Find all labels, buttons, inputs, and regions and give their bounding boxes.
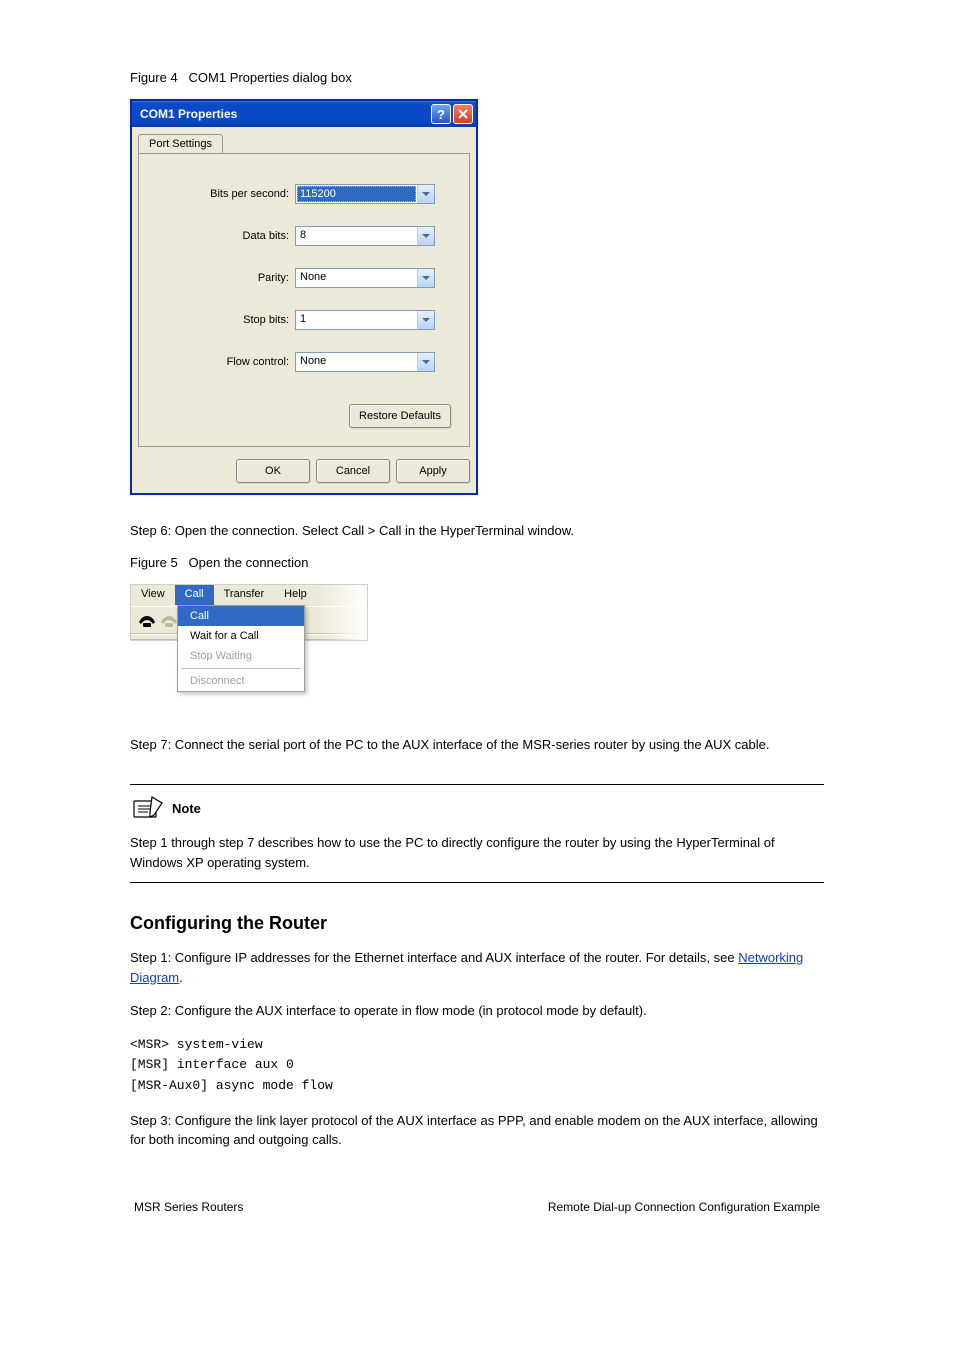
select-bits-per-second[interactable]: 115200	[295, 184, 435, 204]
select-value: 115200	[297, 186, 416, 202]
cmd-line: [MSR] interface aux 0	[130, 1055, 824, 1076]
chevron-down-icon[interactable]	[417, 227, 434, 245]
dialog-titlebar[interactable]: COM1 Properties ?	[132, 101, 476, 127]
com1-properties-dialog: COM1 Properties ? Port Settings Bits per…	[130, 99, 478, 495]
phone-hangup-icon[interactable]	[159, 612, 179, 628]
close-button[interactable]	[453, 104, 473, 124]
note-body: Step 1 through step 7 describes how to u…	[130, 833, 824, 872]
ok-button[interactable]: OK	[236, 459, 310, 483]
hyperterminal-menubar: View Call Transfer Help Call Wait for a …	[130, 584, 368, 641]
note-icon	[130, 795, 166, 821]
dialog-title: COM1 Properties	[140, 107, 237, 121]
footer-right: Remote Dial-up Connection Configuration …	[548, 1200, 820, 1214]
step-2-text: Step 2: Configure the AUX interface to o…	[130, 1001, 824, 1021]
footer-left: MSR Series Routers	[134, 1200, 243, 1214]
menu-item-stop-waiting: Stop Waiting	[178, 646, 304, 666]
menu-transfer[interactable]: Transfer	[214, 585, 275, 605]
cmd-line: <MSR> system-view	[130, 1035, 824, 1056]
select-value: 1	[296, 311, 417, 329]
select-value: None	[296, 353, 417, 371]
menu-view[interactable]: View	[131, 585, 175, 605]
horizontal-rule	[130, 784, 824, 785]
apply-button[interactable]: Apply	[396, 459, 470, 483]
chevron-down-icon[interactable]	[417, 353, 434, 371]
menu-item-call[interactable]: Call	[178, 606, 304, 626]
select-flow-control[interactable]: None	[295, 352, 435, 372]
step-6-text: Step 6: Open the connection. Select Call…	[130, 521, 824, 541]
cancel-button[interactable]: Cancel	[316, 459, 390, 483]
label-data-bits: Data bits:	[157, 230, 295, 242]
select-parity[interactable]: None	[295, 268, 435, 288]
note-label: Note	[172, 801, 201, 816]
chevron-down-icon[interactable]	[417, 311, 434, 329]
select-data-bits[interactable]: 8	[295, 226, 435, 246]
menu-item-disconnect: Disconnect	[178, 671, 304, 691]
select-value: 8	[296, 227, 417, 245]
menu-help[interactable]: Help	[274, 585, 317, 605]
cmd-line: [MSR-Aux0] async mode flow	[130, 1076, 824, 1097]
tab-port-settings[interactable]: Port Settings	[138, 134, 223, 153]
restore-defaults-button[interactable]: Restore Defaults	[349, 404, 451, 428]
label-stop-bits: Stop bits:	[157, 314, 295, 326]
menu-call[interactable]: Call	[175, 585, 214, 605]
label-flow-control: Flow control:	[157, 356, 295, 368]
figure-2-caption: Figure 5 Open the connection	[130, 555, 824, 570]
horizontal-rule	[130, 882, 824, 883]
step-7-text: Step 7: Connect the serial port of the P…	[130, 735, 824, 755]
figure-1-caption: Figure 4 COM1 Properties dialog box	[130, 70, 824, 85]
menu-separator	[182, 668, 300, 669]
menu-item-wait-for-call[interactable]: Wait for a Call	[178, 626, 304, 646]
phone-icon[interactable]	[137, 612, 157, 628]
section-heading: Configuring the Router	[130, 913, 824, 934]
chevron-down-icon[interactable]	[417, 185, 434, 203]
chevron-down-icon[interactable]	[417, 269, 434, 287]
call-dropdown-menu: Call Wait for a Call Stop Waiting Discon…	[177, 605, 305, 692]
help-button[interactable]: ?	[431, 104, 451, 124]
label-bits-per-second: Bits per second:	[157, 188, 295, 200]
select-value: None	[296, 269, 417, 287]
step-3-text: Step 3: Configure the link layer protoco…	[130, 1111, 824, 1150]
label-parity: Parity:	[157, 272, 295, 284]
select-stop-bits[interactable]: 1	[295, 310, 435, 330]
step-1-text: Step 1: Configure IP addresses for the E…	[130, 948, 824, 987]
